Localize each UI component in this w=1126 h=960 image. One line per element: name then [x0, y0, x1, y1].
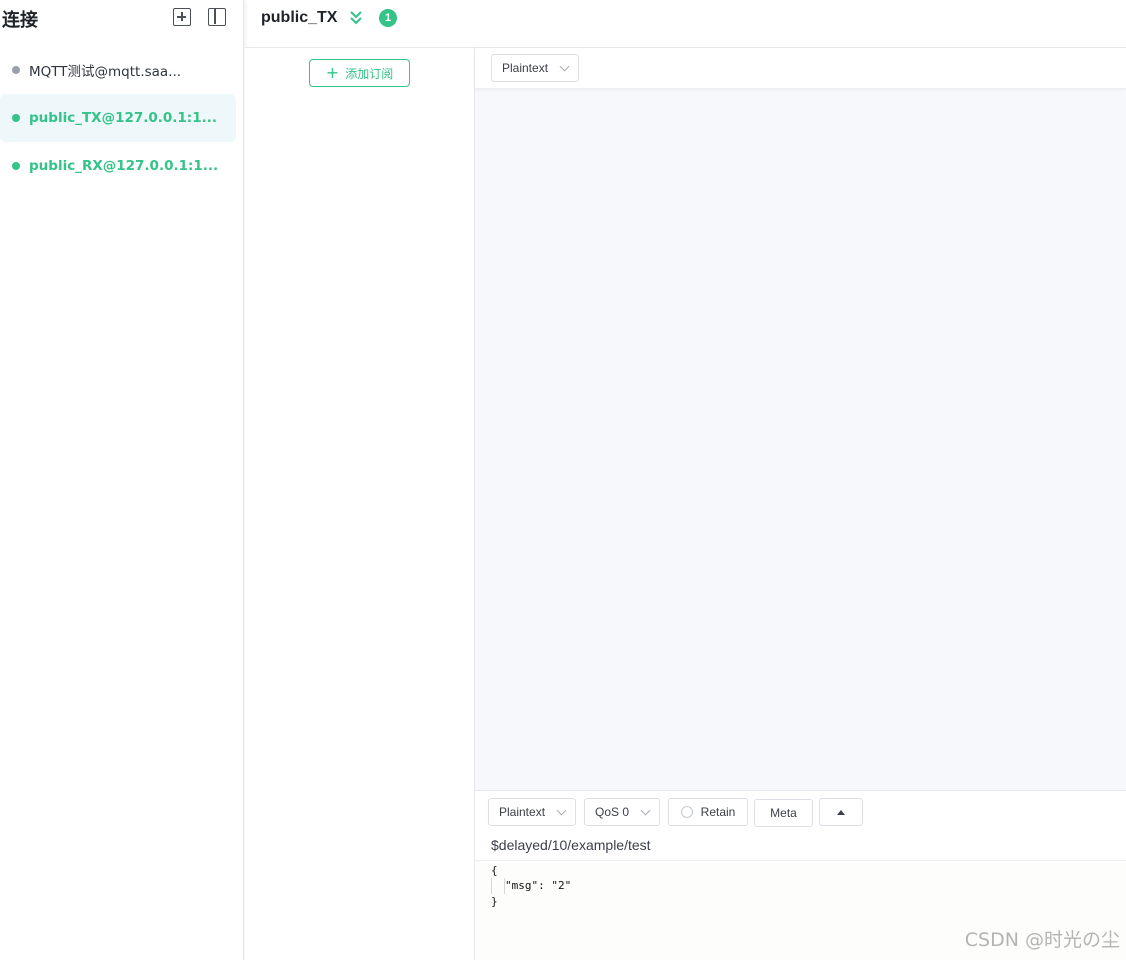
plus-icon: +	[325, 63, 340, 82]
add-subscription-button[interactable]: + 添加订阅	[309, 59, 410, 87]
meta-button[interactable]: Meta	[754, 799, 813, 827]
chevron-down-icon	[556, 805, 567, 816]
connections-sidebar: 连接 MQTT测试@mqtt.saa... public_TX@127.0.0.…	[0, 0, 244, 960]
messages-panel: Plaintext	[475, 48, 1126, 790]
connection-item-public-rx[interactable]: public_RX@127.0.0.1:1...	[0, 142, 236, 190]
new-connection-icon[interactable]	[173, 8, 191, 26]
select-value: Plaintext	[499, 805, 546, 819]
sidebar-title: 连接	[2, 10, 38, 31]
status-dot-icon	[12, 66, 20, 74]
select-value: QoS 0	[595, 805, 630, 819]
double-chevron-down-icon[interactable]	[349, 10, 363, 26]
subscriptions-panel: + 添加订阅	[245, 48, 475, 960]
caret-up-icon	[837, 809, 845, 815]
add-subscription-label: 添加订阅	[345, 66, 394, 81]
code-line: }	[491, 895, 498, 908]
status-dot-icon	[12, 114, 20, 122]
chevron-down-icon	[559, 61, 570, 72]
code-line: {	[491, 864, 498, 877]
connection-item-mqtt-test[interactable]: MQTT测试@mqtt.saa...	[0, 46, 236, 94]
connection-list: MQTT测试@mqtt.saa... public_TX@127.0.0.1:1…	[0, 46, 244, 190]
messages-toolbar: Plaintext	[475, 48, 1126, 89]
qos-select[interactable]: QoS 0	[584, 798, 660, 826]
expand-button[interactable]	[819, 798, 863, 826]
retain-label: Retain	[700, 805, 736, 819]
code-line: "msg": "2"	[505, 879, 572, 892]
topic-input[interactable]: $delayed/10/example/test	[491, 837, 651, 853]
message-payload-type-select[interactable]: Plaintext	[491, 54, 579, 82]
connection-header: public_TX 1	[245, 0, 1126, 48]
connection-name: public_RX@127.0.0.1:1...	[29, 158, 219, 174]
select-value: Plaintext	[502, 61, 549, 75]
chevron-down-icon	[640, 805, 651, 816]
connection-name: public_TX@127.0.0.1:1...	[29, 110, 217, 126]
connection-item-public-tx[interactable]: public_TX@127.0.0.1:1...	[0, 94, 236, 142]
radio-icon	[680, 806, 693, 818]
meta-label: Meta	[770, 806, 797, 820]
connection-title: public_TX	[261, 9, 338, 26]
status-dot-icon	[12, 162, 20, 170]
indent-guide	[491, 878, 492, 894]
message-count-badge: 1	[379, 9, 397, 27]
toggle-sidebar-icon[interactable]	[208, 8, 226, 26]
retain-toggle[interactable]: Retain	[668, 798, 748, 826]
publish-payload-type-select[interactable]: Plaintext	[488, 798, 576, 826]
watermark-text: CSDN @时光の尘	[964, 929, 1120, 951]
connection-name: MQTT测试@mqtt.saa...	[29, 64, 182, 80]
mqttx-app: 连接 MQTT测试@mqtt.saa... public_TX@127.0.0.…	[0, 0, 1126, 960]
